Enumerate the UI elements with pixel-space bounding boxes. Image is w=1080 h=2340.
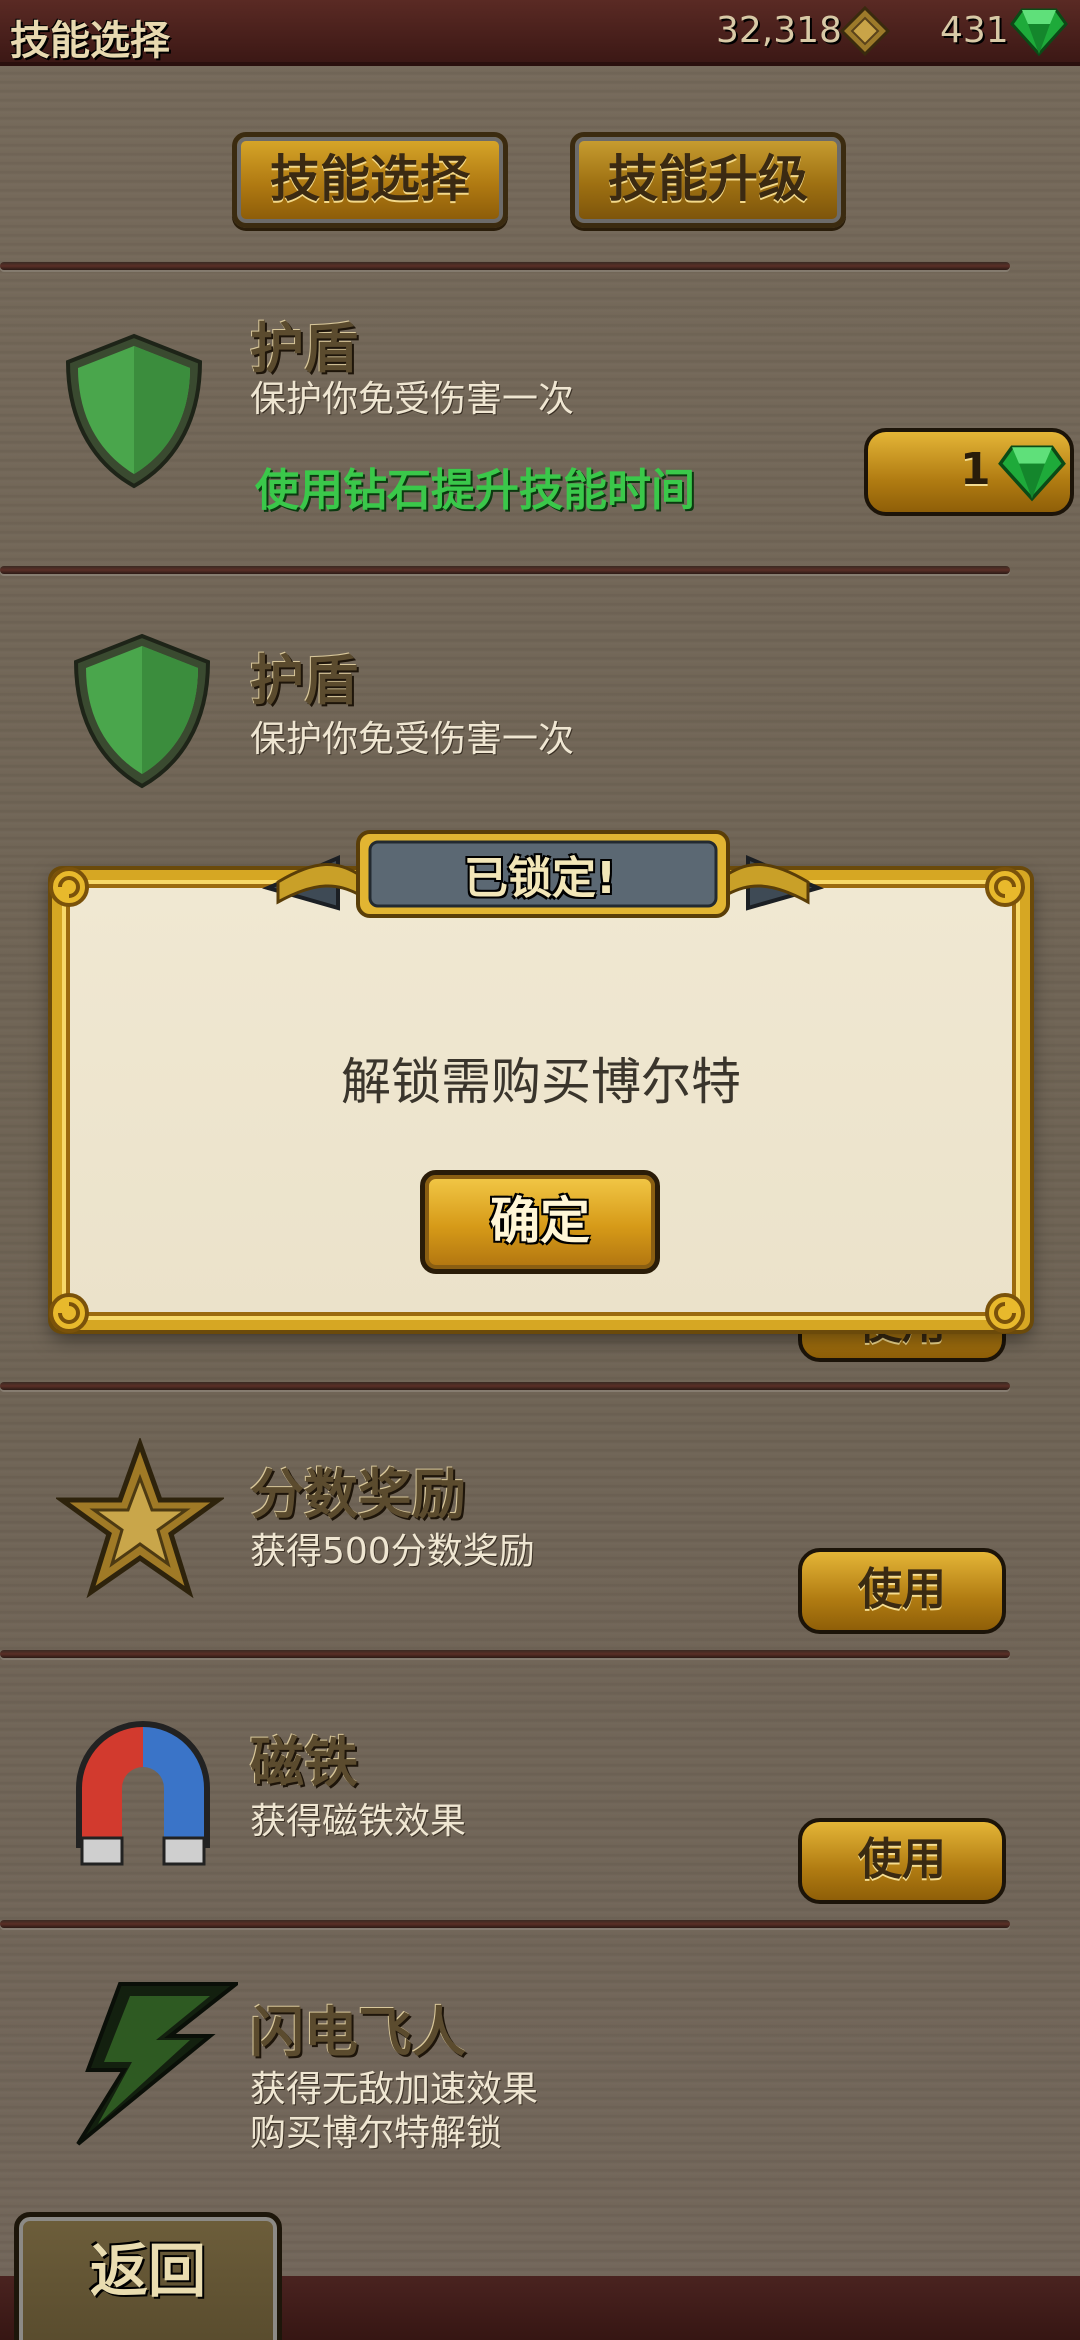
- dialog-title: 已锁定!: [463, 853, 617, 904]
- corner-ornament: [985, 1293, 1025, 1333]
- corner-ornament: [985, 867, 1025, 907]
- corner-ornament: [49, 1293, 89, 1333]
- corner-ornament: [49, 867, 89, 907]
- confirm-button[interactable]: 确定: [420, 1170, 660, 1274]
- dialog-message: 解锁需购买博尔特: [341, 1053, 741, 1111]
